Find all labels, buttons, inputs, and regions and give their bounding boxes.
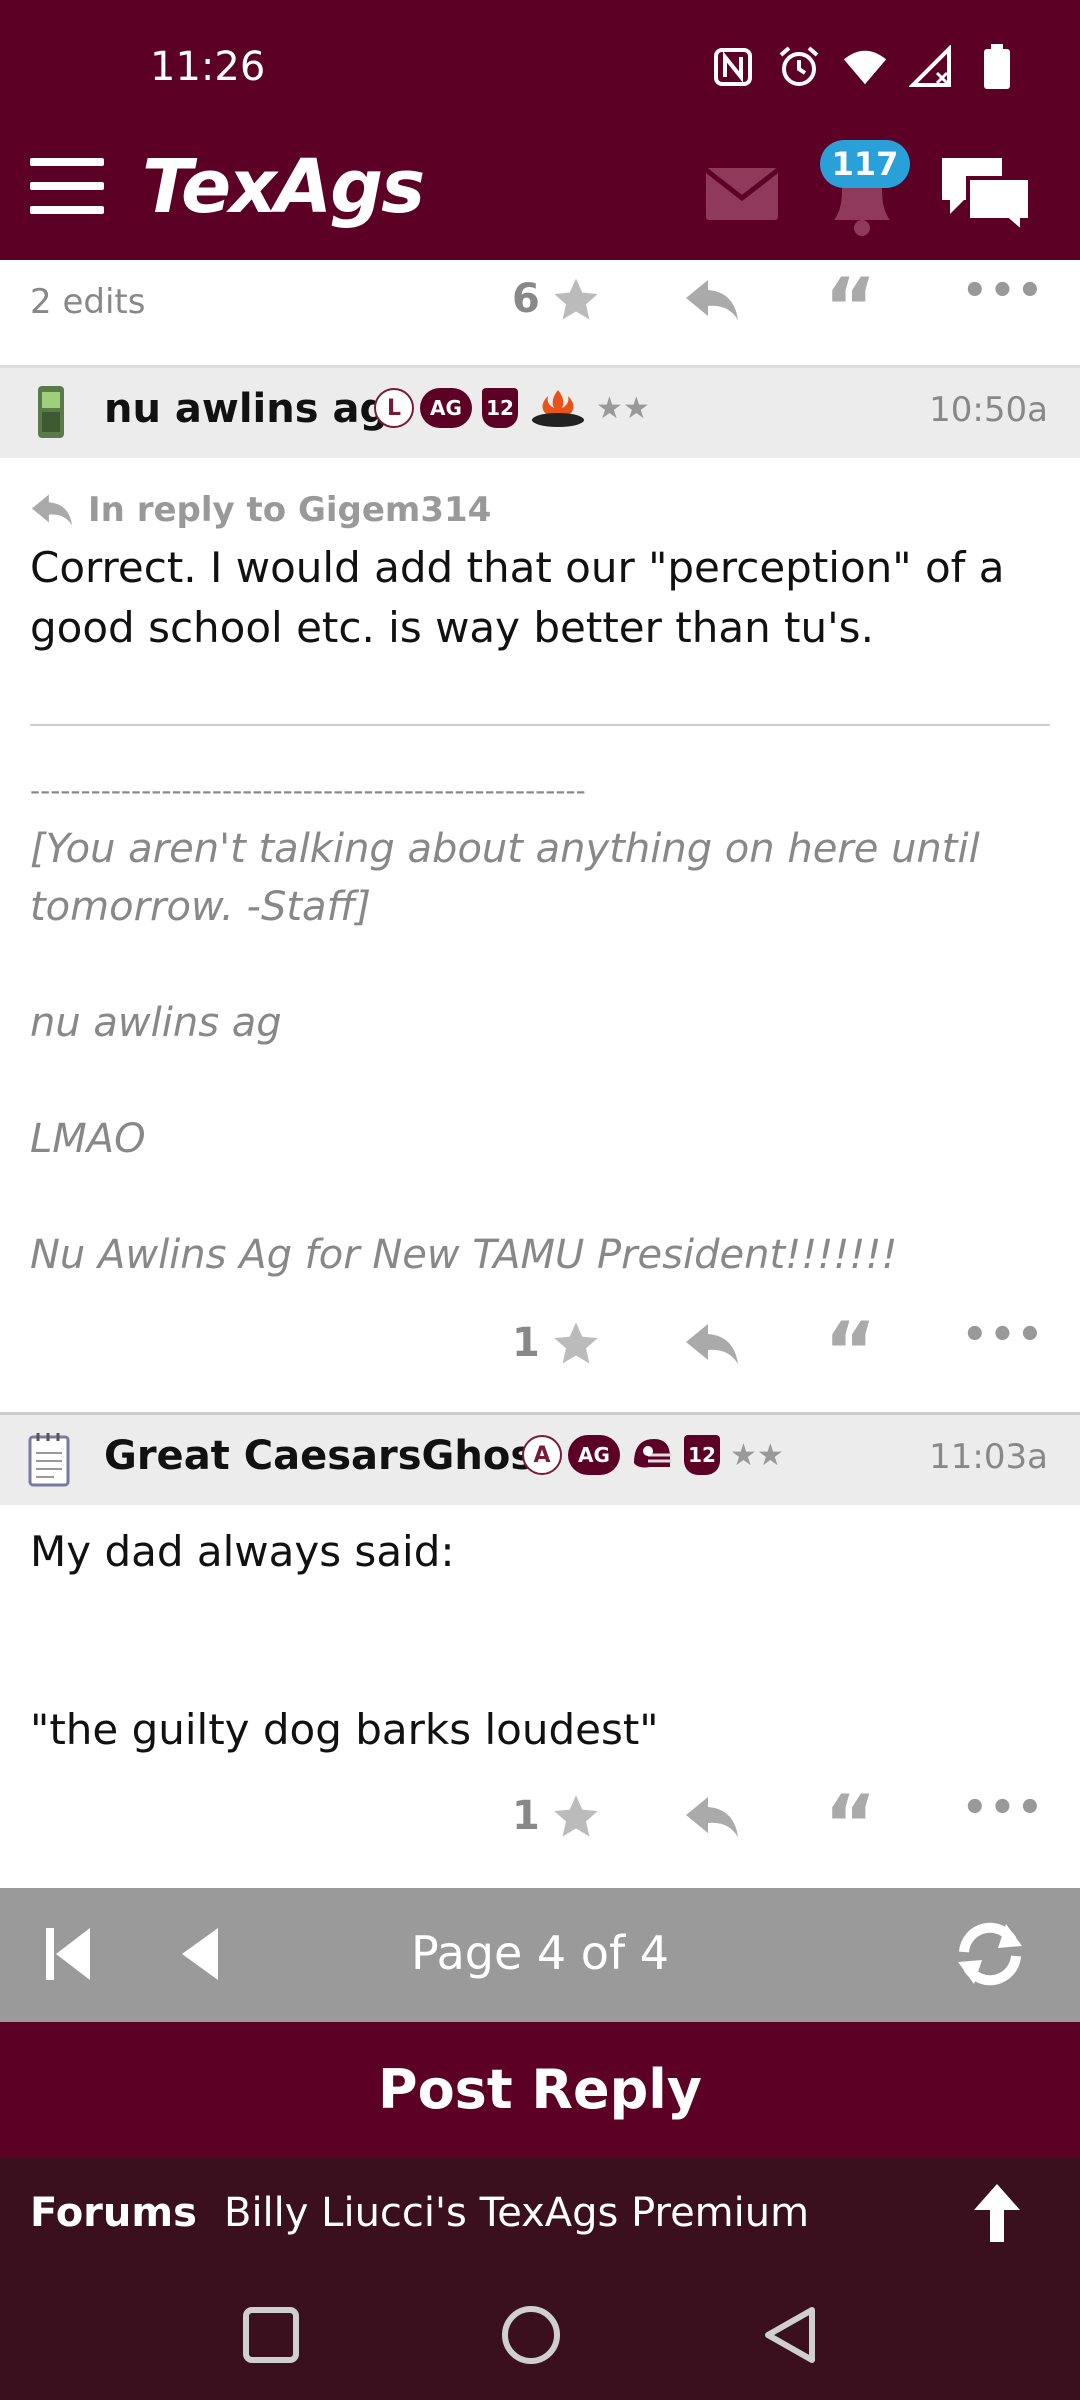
badge-12th-man: 12: [684, 1435, 720, 1475]
texags-logo[interactable]: TexAgs: [142, 144, 425, 230]
post-body-line: "the guilty dog barks loudest": [30, 1705, 659, 1754]
wifi-icon: [842, 44, 888, 90]
quote-icon[interactable]: “: [824, 268, 877, 348]
signature-line: LMAO: [30, 1116, 146, 1162]
signature-dashes: ----------------------------------------…: [30, 774, 586, 807]
post-body: Correct. I would add that our "perceptio…: [30, 543, 1005, 652]
mail-icon[interactable]: [704, 168, 780, 220]
like-count: 1: [512, 1793, 540, 1839]
chat-icon[interactable]: [936, 152, 1036, 237]
reply-icon[interactable]: [684, 1795, 740, 1839]
post-actions: 1 “ •••: [0, 1777, 1080, 1867]
status-icons: [710, 44, 1020, 90]
star-icon[interactable]: [550, 1318, 602, 1370]
post-header: Great CaesarsGhost A AG 12 ★★ 11:03a: [0, 1415, 1080, 1505]
post-actions: 6 “ •••: [0, 260, 1080, 350]
post-header: nu awlins ag L AG 12 ★★ 10:50a: [0, 368, 1080, 458]
rating-stars-icon: ★★: [730, 1437, 784, 1473]
system-nav-bar: [0, 2270, 1080, 2400]
post-body-line: My dad always said:: [30, 1527, 455, 1576]
status-time: 11:26: [150, 44, 266, 90]
username[interactable]: Great CaesarsGhost: [104, 1433, 553, 1479]
home-icon[interactable]: [496, 2300, 566, 2370]
signature-line: Nu Awlins Ag for New TAMU President!!!!!…: [30, 1232, 898, 1278]
notification-badge[interactable]: 117: [820, 140, 910, 188]
reply-to-label: In reply to Gigem314: [88, 490, 492, 530]
badge-l: L: [374, 388, 414, 428]
post-time: 10:50a: [929, 390, 1048, 430]
reply-icon[interactable]: [684, 278, 740, 322]
more-options-icon[interactable]: •••: [962, 268, 1043, 318]
forums-breadcrumb-bar: Forums Billy Liucci's TexAgs Premium: [0, 2158, 1080, 2270]
bonfire-icon: [530, 388, 586, 428]
badge-ag: AG: [420, 388, 472, 428]
phone-avatar-icon[interactable]: [26, 384, 76, 440]
signature-line: [You aren't talking about anything on he…: [30, 826, 980, 930]
hamburger-menu-icon[interactable]: [30, 158, 104, 218]
alarm-icon: [776, 44, 822, 90]
signature-divider: [30, 724, 1050, 726]
quote-icon[interactable]: “: [824, 1785, 877, 1865]
signature: ----------------------------------------…: [30, 762, 1050, 1284]
quote-icon[interactable]: “: [824, 1312, 877, 1392]
header-row: TexAgs 117: [0, 140, 1080, 240]
username[interactable]: nu awlins ag: [104, 386, 388, 432]
star-icon[interactable]: [550, 1791, 602, 1843]
reply-arrow-icon: [31, 494, 73, 526]
post-reply-button[interactable]: Post Reply: [0, 2022, 1080, 2158]
like-count: 6: [512, 276, 540, 322]
page-indicator[interactable]: Page 4 of 4: [0, 1926, 1080, 1980]
forums-link[interactable]: Forums: [30, 2190, 197, 2236]
battery-icon: [974, 44, 1020, 90]
forum-breadcrumb[interactable]: Billy Liucci's TexAgs Premium: [224, 2190, 809, 2236]
helmet-icon: [630, 1435, 674, 1475]
like-count: 1: [512, 1320, 540, 1366]
in-reply-to[interactable]: In reply to Gigem314: [30, 490, 491, 530]
refresh-icon[interactable]: [950, 1918, 1030, 1990]
signal-icon: [908, 44, 954, 90]
signature-line: nu awlins ag: [30, 1000, 282, 1046]
more-options-icon[interactable]: •••: [962, 1312, 1043, 1362]
badge-ag: AG: [568, 1435, 620, 1475]
recents-icon[interactable]: [236, 2300, 306, 2370]
notepad-avatar-icon[interactable]: [26, 1431, 76, 1487]
scroll-top-arrow-icon[interactable]: [972, 2182, 1022, 2244]
pagination-bar: Page 4 of 4: [0, 1888, 1080, 2022]
nfc-icon: [710, 44, 756, 90]
badge-a: A: [522, 1435, 562, 1475]
rating-stars-icon: ★★: [596, 390, 650, 426]
post-time: 11:03a: [929, 1437, 1048, 1477]
app-header: 11:26 TexAgs 117: [0, 0, 1080, 260]
back-icon[interactable]: [756, 2300, 826, 2370]
badge-12th-man: 12: [482, 388, 518, 428]
post-actions: 1 “ •••: [0, 1304, 1080, 1394]
previous-post-footer: 2 edits 6 “ •••: [0, 260, 1080, 368]
star-icon[interactable]: [550, 274, 602, 326]
reply-icon[interactable]: [684, 1322, 740, 1366]
more-options-icon[interactable]: •••: [962, 1785, 1043, 1835]
